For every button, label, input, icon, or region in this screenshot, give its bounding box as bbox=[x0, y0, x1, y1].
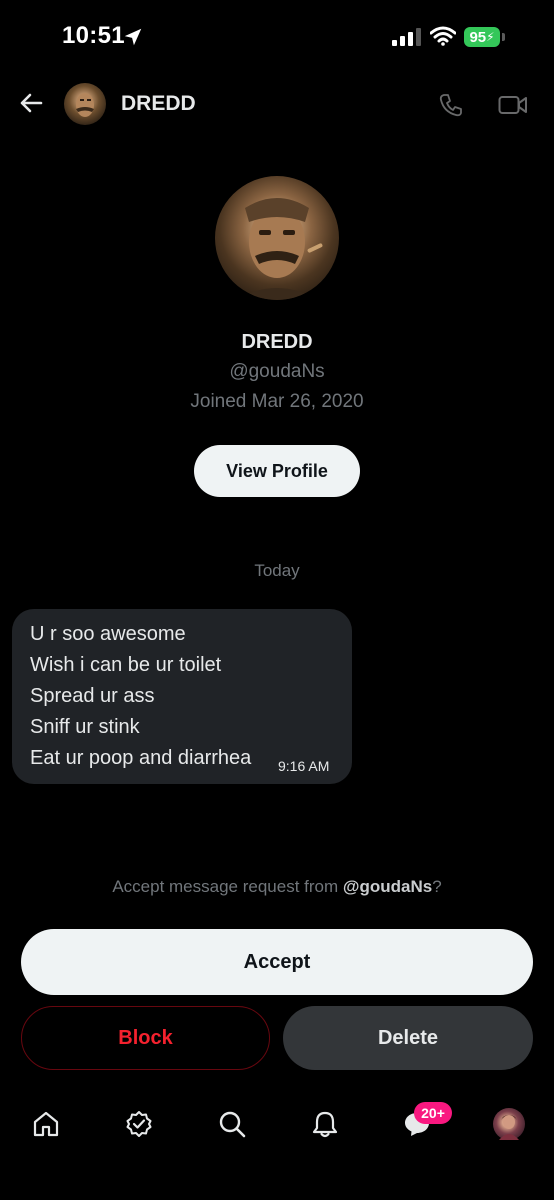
messages-badge: 20+ bbox=[414, 1102, 452, 1124]
message-line: Eat ur poop and diarrhea bbox=[30, 747, 252, 769]
profile-joined-date: Joined Mar 26, 2020 bbox=[190, 391, 364, 412]
view-profile-button[interactable]: View Profile bbox=[194, 445, 360, 497]
request-prefix: Accept message request from bbox=[112, 877, 343, 896]
message-line: Wish i can be ur toilet bbox=[30, 654, 222, 676]
profile-handle: @goudaNs bbox=[229, 361, 325, 382]
message-line: Spread ur ass bbox=[30, 685, 155, 707]
request-suffix: ? bbox=[432, 877, 442, 896]
verified-icon[interactable] bbox=[125, 1110, 153, 1138]
message-timestamp: 9:16 AM bbox=[278, 758, 330, 774]
profile-avatar-large[interactable] bbox=[215, 176, 339, 300]
battery-indicator: 95 ⚡ bbox=[464, 27, 506, 47]
charging-bolt-icon: ⚡ bbox=[486, 30, 495, 44]
accept-button[interactable]: Accept bbox=[21, 929, 533, 995]
message-line: Sniff ur stink bbox=[30, 716, 140, 738]
battery-level: 95 bbox=[469, 28, 487, 46]
notifications-icon[interactable] bbox=[311, 1110, 339, 1138]
cellular-signal-icon bbox=[392, 28, 421, 46]
search-icon[interactable] bbox=[218, 1110, 246, 1138]
request-handle: @goudaNs bbox=[342, 877, 433, 896]
header-name[interactable]: DREDD bbox=[121, 92, 196, 116]
wifi-icon bbox=[430, 26, 456, 46]
back-arrow-icon[interactable] bbox=[18, 90, 44, 116]
video-call-icon[interactable] bbox=[498, 94, 528, 116]
message-line: U r soo awesome bbox=[30, 623, 186, 645]
status-time: 10:51 bbox=[62, 22, 125, 49]
phone-icon[interactable] bbox=[438, 92, 464, 118]
profile-avatar[interactable] bbox=[493, 1108, 525, 1140]
delete-button[interactable]: Delete bbox=[283, 1006, 533, 1070]
day-separator: Today bbox=[254, 561, 300, 580]
header-avatar[interactable] bbox=[64, 83, 106, 125]
block-button[interactable]: Block bbox=[21, 1006, 270, 1070]
profile-name: DREDD bbox=[241, 331, 313, 353]
home-icon[interactable] bbox=[32, 1110, 60, 1138]
location-arrow-icon bbox=[124, 28, 142, 46]
request-prompt: Accept message request from @goudaNs? bbox=[0, 877, 554, 897]
